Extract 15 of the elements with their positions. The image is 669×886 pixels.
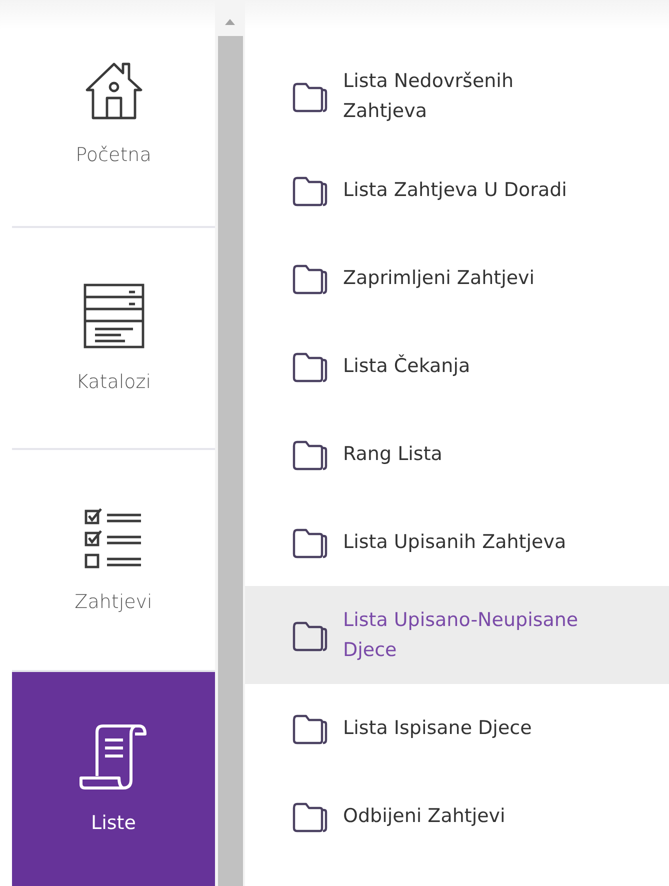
list-item[interactable]: Lista Nedovršenih Zahtjeva [245,46,669,146]
list-item[interactable]: Lista Ispisane Djece [245,684,669,772]
list-item[interactable]: Rang Lista [245,410,669,498]
list-item[interactable]: Lista Zahtjeva U Doradi [245,146,669,234]
house-icon [84,60,142,122]
scrollbar-thumb[interactable] [218,36,242,886]
list-item[interactable]: Lista Čekanja [245,322,669,410]
scroll-up-icon[interactable] [224,18,236,26]
catalog-icon [82,283,144,349]
nav-item[interactable]: Liste [12,672,215,886]
scroll-icon [78,724,148,790]
list-item[interactable]: Odbijeni Zahtjevi [245,772,669,860]
list-item[interactable]: Lista Upisano-Neupisane Djece [245,586,669,684]
list-item[interactable]: Zaprimljeni Zahtjevi [245,234,669,322]
list-item[interactable]: Lista Upisanih Zahtjeva [245,498,669,586]
